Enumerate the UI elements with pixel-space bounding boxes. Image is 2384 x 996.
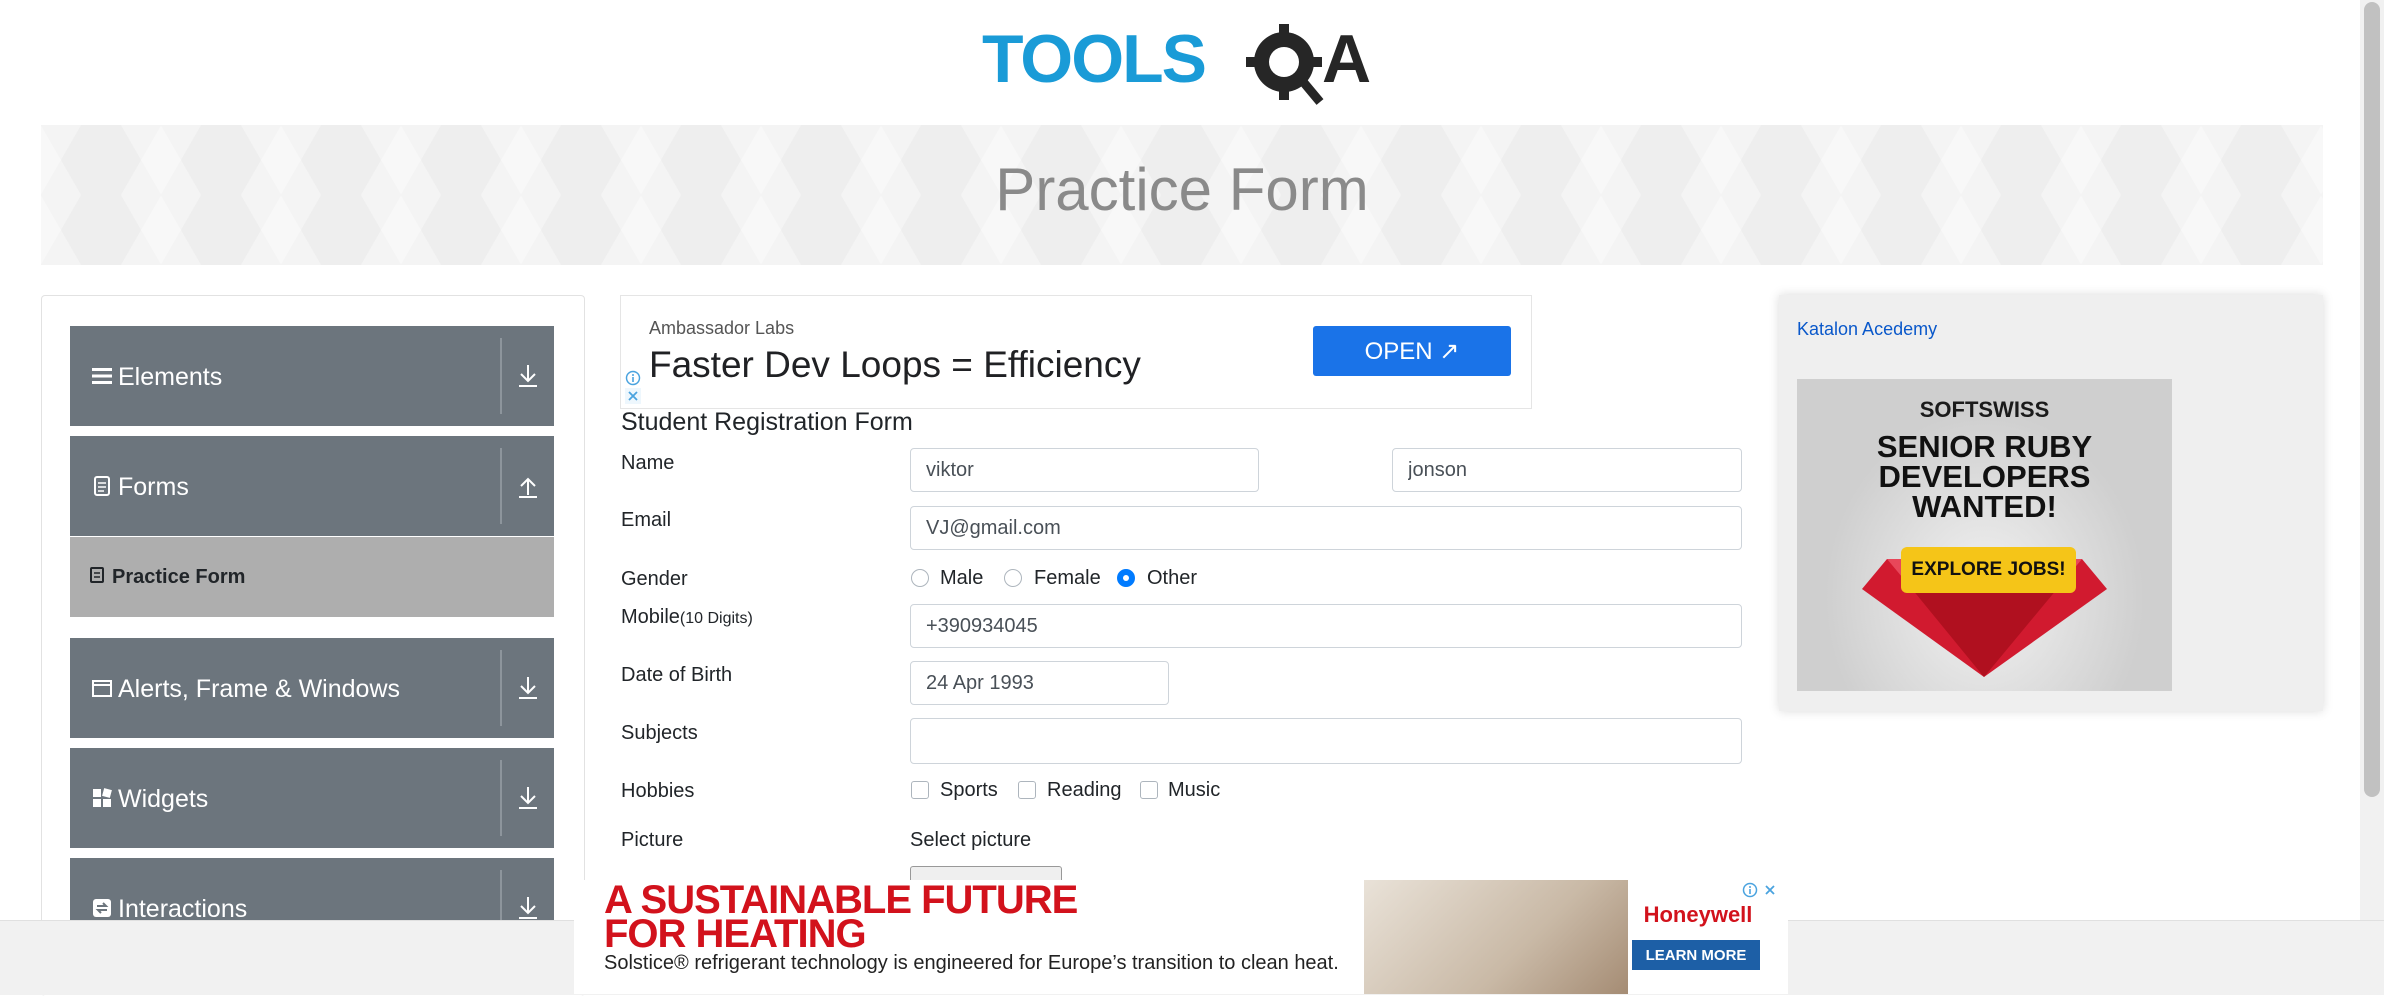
honeywell-logo: Honeywell bbox=[1643, 902, 1753, 927]
page-title: Practice Form bbox=[995, 156, 1369, 223]
softswiss-banner[interactable]: SOFTSWISS SENIOR RUBY DEVELOPERS WANTED!… bbox=[1797, 379, 2172, 691]
picture-label: Picture bbox=[621, 829, 684, 851]
ad-close-icon[interactable] bbox=[625, 388, 641, 404]
hobby-reading-checkbox[interactable] bbox=[1018, 781, 1036, 799]
ad-subtext: Solstice® refrigerant technology is engi… bbox=[604, 952, 1339, 974]
external-arrow-icon: ↗ bbox=[1439, 337, 1460, 365]
explore-jobs-button[interactable]: EXPLORE JOBS! bbox=[1901, 547, 2076, 593]
hobby-music-label[interactable]: Music bbox=[1168, 779, 1220, 802]
form-title: Student Registration Form bbox=[621, 408, 913, 436]
katalon-link[interactable]: Katalon Acedemy bbox=[1797, 319, 1937, 340]
hobby-sports-label[interactable]: Sports bbox=[940, 779, 998, 802]
first-name-input[interactable] bbox=[910, 448, 1259, 492]
form-icon bbox=[90, 567, 104, 583]
ad-info-icon[interactable] bbox=[1742, 882, 1758, 898]
ad-open-label: OPEN bbox=[1364, 337, 1433, 365]
svg-text:TOOLS: TOOLS bbox=[982, 21, 1205, 97]
sidebar-group-forms[interactable]: Forms bbox=[70, 436, 554, 536]
sidebar-group-label: Alerts, Frame & Windows bbox=[118, 675, 401, 703]
mobile-hint: (10 Digits) bbox=[679, 610, 753, 627]
chevron-down-icon[interactable] bbox=[516, 363, 540, 389]
sidebar-group-label: Elements bbox=[118, 363, 223, 391]
ad-source: Ambassador Labs bbox=[649, 318, 795, 338]
select-picture-label: Select picture bbox=[910, 829, 1032, 851]
document-icon bbox=[94, 476, 110, 496]
svg-text:A: A bbox=[1322, 21, 1371, 97]
list-icon bbox=[92, 368, 112, 384]
ad-headline[interactable]: Faster Dev Loops = Efficiency bbox=[649, 344, 1141, 386]
subjects-label: Subjects bbox=[621, 722, 698, 744]
gender-male-radio[interactable] bbox=[911, 569, 929, 587]
scrollbar-thumb[interactable] bbox=[2364, 2, 2380, 797]
dob-label: Date of Birth bbox=[621, 664, 733, 686]
gender-label: Gender bbox=[621, 568, 688, 590]
page-banner: Practice Form bbox=[41, 125, 2323, 265]
sidebar-item-label: Practice Form bbox=[112, 566, 246, 588]
top-advertisement[interactable]: Ambassador Labs Faster Dev Loops = Effic… bbox=[620, 295, 1532, 409]
ad-info-icon[interactable] bbox=[625, 370, 641, 386]
sidebar-item-practice-form[interactable]: Practice Form bbox=[70, 537, 554, 617]
name-label: Name bbox=[621, 452, 675, 474]
dob-input[interactable] bbox=[910, 661, 1169, 705]
sidebar-group-elements[interactable]: Elements bbox=[70, 326, 554, 426]
page-scrollbar[interactable] bbox=[2360, 0, 2384, 920]
baby-photo bbox=[1364, 880, 1628, 994]
divider bbox=[500, 650, 502, 726]
mobile-label: Mobile(10 Digits) bbox=[621, 606, 753, 629]
divider bbox=[500, 338, 502, 414]
sidebar-group-label: Widgets bbox=[118, 785, 209, 813]
sidebar-group-alerts[interactable]: Alerts, Frame & Windows bbox=[70, 638, 554, 738]
last-name-input[interactable] bbox=[1392, 448, 1742, 492]
gender-other-label[interactable]: Other bbox=[1147, 567, 1197, 590]
sidebar: Elements Forms Practice Form Alerts, Fra… bbox=[41, 295, 585, 996]
divider bbox=[500, 448, 502, 524]
chevron-down-icon[interactable] bbox=[516, 785, 540, 811]
chevron-down-icon[interactable] bbox=[516, 895, 540, 921]
gender-other-radio[interactable] bbox=[1117, 569, 1135, 587]
chevron-down-icon[interactable] bbox=[516, 675, 540, 701]
mobile-label-text: Mobile bbox=[621, 606, 680, 628]
toolsqa-logo[interactable]: TOOLS A bbox=[982, 20, 1387, 112]
hobby-reading-label[interactable]: Reading bbox=[1047, 779, 1122, 802]
ad-line: WANTED! bbox=[1912, 489, 2057, 524]
chevron-up-icon[interactable] bbox=[516, 473, 540, 499]
bottom-advertisement[interactable]: A SUSTAINABLE FUTURE FOR HEATING Solstic… bbox=[574, 878, 1788, 994]
ad-open-button[interactable]: OPEN ↗ bbox=[1313, 326, 1511, 376]
learn-more-button[interactable]: LEARN MORE bbox=[1632, 940, 1760, 970]
right-advertisement[interactable]: Katalon Acedemy SOFTSWISS SENIOR RUBY DE… bbox=[1779, 295, 2323, 711]
interactions-icon bbox=[93, 899, 111, 917]
sidebar-group-label: Forms bbox=[118, 473, 189, 501]
widgets-icon bbox=[93, 788, 112, 807]
mobile-input[interactable] bbox=[910, 604, 1742, 648]
divider bbox=[500, 760, 502, 836]
ad-headline-line2: FOR HEATING bbox=[604, 912, 867, 956]
hobby-sports-checkbox[interactable] bbox=[911, 781, 929, 799]
ad-close-icon[interactable] bbox=[1762, 882, 1778, 898]
sidebar-group-widgets[interactable]: Widgets bbox=[70, 748, 554, 848]
hobby-music-checkbox[interactable] bbox=[1140, 781, 1158, 799]
hobbies-label: Hobbies bbox=[621, 780, 695, 802]
gender-female-radio[interactable] bbox=[1004, 569, 1022, 587]
subjects-input[interactable] bbox=[910, 718, 1742, 764]
email-input[interactable] bbox=[910, 506, 1742, 550]
window-icon bbox=[92, 680, 112, 697]
softswiss-brand: SOFTSWISS bbox=[1919, 397, 2050, 422]
gender-male-label[interactable]: Male bbox=[940, 567, 983, 590]
email-label: Email bbox=[621, 509, 672, 531]
gender-female-label[interactable]: Female bbox=[1034, 567, 1101, 590]
